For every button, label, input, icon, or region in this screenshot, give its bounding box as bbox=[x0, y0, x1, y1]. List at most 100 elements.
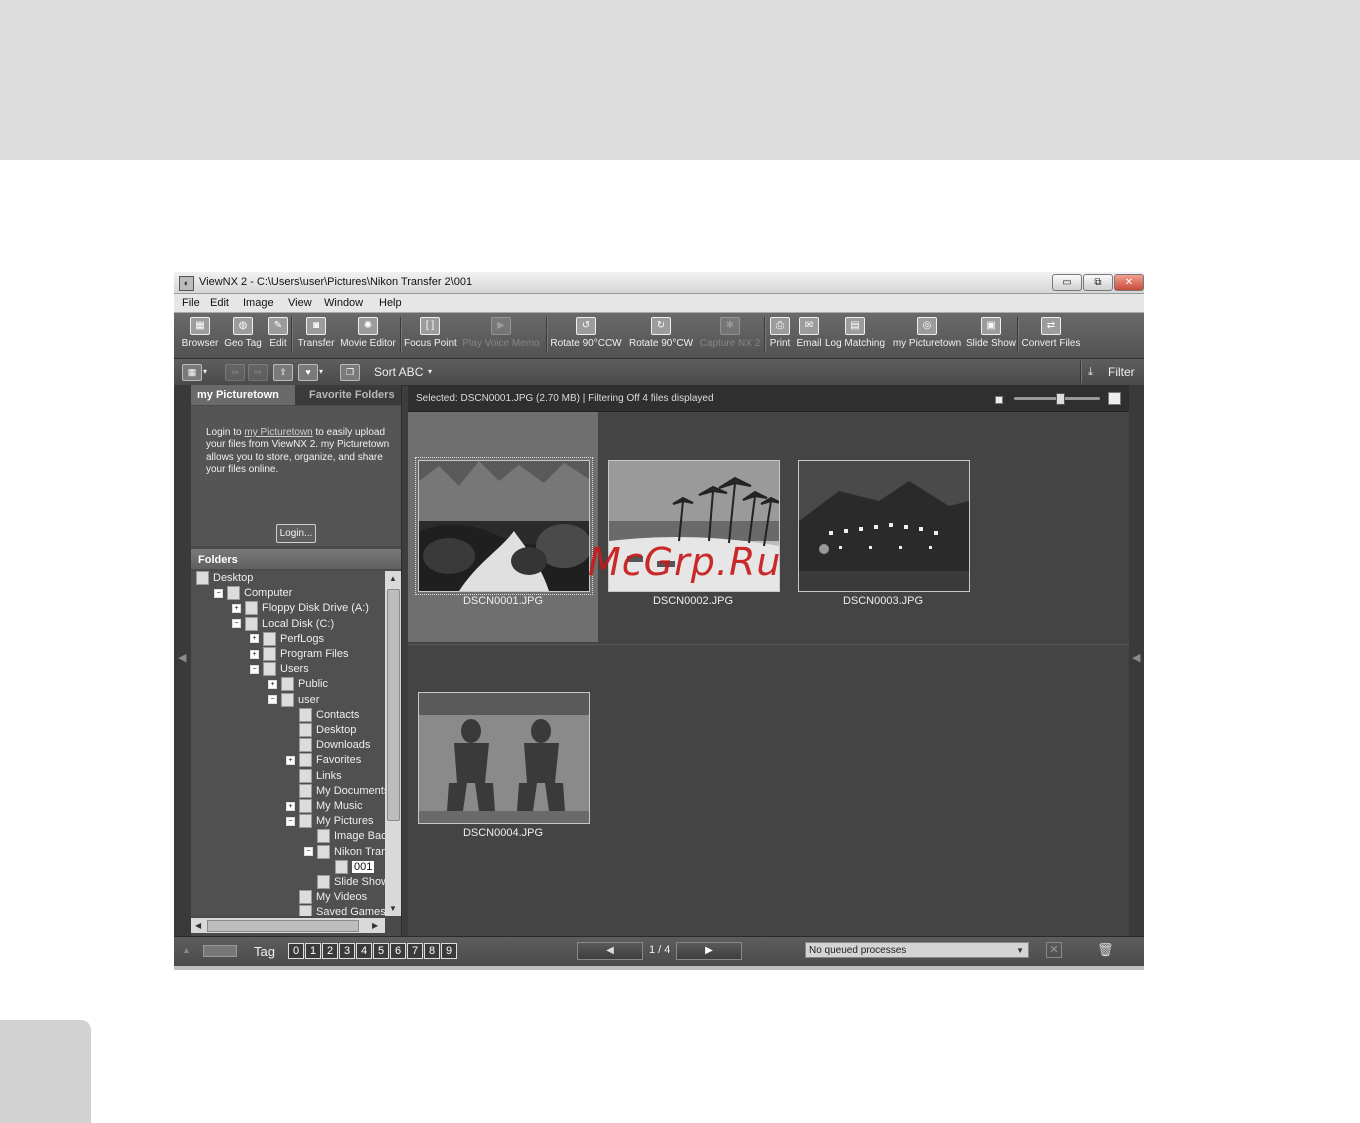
thumbnail-image-beach[interactable] bbox=[608, 460, 780, 592]
menu-edit[interactable]: Edit bbox=[210, 297, 229, 309]
sort-dropdown-icon[interactable]: ▾ bbox=[428, 363, 432, 381]
previous-page-button[interactable]: ◀ bbox=[577, 942, 643, 960]
browser-button[interactable]: ▦ Browser bbox=[181, 317, 219, 355]
tree-item[interactable]: Contacts bbox=[286, 707, 359, 723]
rotate-90-cw-button[interactable]: ↻ Rotate 90°CW bbox=[628, 317, 694, 355]
vertical-scroll-thumb[interactable] bbox=[387, 589, 400, 821]
tree-item[interactable]: + Program Files bbox=[250, 647, 348, 662]
collapse-minus-icon[interactable]: − bbox=[250, 664, 259, 674]
cancel-process-icon[interactable]: ✕ bbox=[1046, 942, 1062, 958]
filter-download-icon[interactable]: ⤓ bbox=[1088, 363, 1093, 381]
tag-button-1[interactable]: 1 bbox=[305, 943, 321, 959]
tree-item[interactable]: My Videos bbox=[286, 890, 367, 905]
close-button[interactable]: ✕ bbox=[1114, 274, 1144, 291]
my-picturetown-button[interactable]: ◎ my Picturetown bbox=[892, 317, 962, 355]
expand-plus-icon[interactable]: + bbox=[250, 649, 259, 659]
panel-toggle-up-icon[interactable]: ▲ bbox=[182, 945, 191, 955]
expand-plus-icon[interactable]: + bbox=[268, 679, 277, 689]
forward-arrow-icon[interactable]: ⇨ bbox=[248, 364, 268, 381]
scroll-down-arrow-icon[interactable]: ▼ bbox=[389, 904, 397, 913]
tree-item[interactable]: + Floppy Disk Drive (A:) bbox=[232, 601, 369, 616]
capture-nx-2-button[interactable]: ✱ Capture NX 2 bbox=[698, 317, 762, 355]
filmstrip-toggle-icon[interactable] bbox=[203, 945, 237, 957]
view-mode-dropdown-icon[interactable]: ▾ bbox=[203, 363, 207, 381]
collapse-right-arrow-icon[interactable]: ◀ bbox=[1132, 651, 1140, 664]
tag-button-4[interactable]: 4 bbox=[356, 943, 372, 959]
tag-button-0[interactable]: 0 bbox=[288, 943, 304, 959]
favorite-dropdown-icon[interactable]: ▾ bbox=[319, 363, 323, 381]
geo-tag-button[interactable]: ◍ Geo Tag bbox=[224, 317, 262, 355]
horizontal-scroll-thumb[interactable] bbox=[207, 920, 359, 932]
menu-image[interactable]: Image bbox=[243, 297, 274, 309]
scroll-right-arrow-icon[interactable]: ▶ bbox=[372, 921, 378, 930]
thumbnail-size-slider-knob[interactable] bbox=[1056, 393, 1065, 405]
tree-item[interactable]: Downloads bbox=[286, 738, 370, 753]
tree-item[interactable]: − Users bbox=[250, 662, 309, 677]
tag-button-8[interactable]: 8 bbox=[424, 943, 440, 959]
favorite-folder-icon[interactable]: ♥ bbox=[298, 364, 318, 381]
email-button[interactable]: ✉ Email bbox=[796, 317, 822, 355]
tree-item[interactable]: − My Pictures bbox=[286, 814, 373, 829]
filter-button[interactable]: Filter bbox=[1108, 363, 1135, 381]
view-mode-grid-icon[interactable]: ▦ bbox=[182, 364, 202, 381]
trash-icon[interactable]: 🗑 bbox=[1097, 942, 1114, 958]
menu-file[interactable]: File bbox=[182, 297, 200, 309]
slide-show-button[interactable]: ▣ Slide Show bbox=[966, 317, 1016, 355]
thumbnail-item[interactable]: DSCN0001.JPG bbox=[408, 412, 598, 642]
tag-button-2[interactable]: 2 bbox=[322, 943, 338, 959]
tree-item[interactable]: − user bbox=[268, 692, 319, 708]
tree-item[interactable]: + Favorites bbox=[286, 753, 361, 768]
back-arrow-icon[interactable]: ⇦ bbox=[225, 364, 245, 381]
login-button[interactable]: Login... bbox=[276, 524, 316, 543]
edit-button[interactable]: ✎ Edit bbox=[266, 317, 290, 355]
scroll-up-arrow-icon[interactable]: ▲ bbox=[389, 574, 397, 583]
folder-tree-vertical-scrollbar[interactable]: ▲ ▼ bbox=[385, 571, 401, 916]
tree-item[interactable]: Slide Shows bbox=[304, 875, 385, 890]
rotate-90-ccw-button[interactable]: ↺ Rotate 90°CCW bbox=[550, 317, 622, 355]
collapse-minus-icon[interactable]: − bbox=[286, 816, 295, 826]
folder-up-icon[interactable]: ⇧ bbox=[273, 364, 293, 381]
tag-button-9[interactable]: 9 bbox=[441, 943, 457, 959]
left-collapse-edge[interactable]: ◀ bbox=[174, 385, 191, 936]
convert-files-button[interactable]: ⇄ Convert Files bbox=[1021, 317, 1081, 355]
tag-button-3[interactable]: 3 bbox=[339, 943, 355, 959]
process-queue-dropdown[interactable]: No queued processes ▼ bbox=[805, 942, 1029, 958]
tab-my-picturetown[interactable]: my Picturetown bbox=[191, 385, 295, 405]
collapse-minus-icon[interactable]: − bbox=[232, 619, 241, 629]
tree-item[interactable]: + PerfLogs bbox=[250, 631, 324, 647]
scroll-left-arrow-icon[interactable]: ◀ bbox=[195, 921, 201, 930]
tree-item[interactable]: 001 bbox=[322, 859, 375, 875]
tag-button-5[interactable]: 5 bbox=[373, 943, 389, 959]
next-page-button[interactable]: ▶ bbox=[676, 942, 742, 960]
expand-plus-icon[interactable]: + bbox=[232, 603, 241, 613]
window-copy-icon[interactable]: ❐ bbox=[340, 364, 360, 381]
transfer-button[interactable]: ◙ Transfer bbox=[296, 317, 336, 355]
menu-help[interactable]: Help bbox=[379, 297, 402, 309]
queue-dropdown-icon[interactable]: ▼ bbox=[1016, 943, 1024, 959]
tree-item[interactable]: Desktop bbox=[196, 571, 253, 586]
tab-favorite-folders[interactable]: Favorite Folders bbox=[303, 385, 401, 405]
tree-item[interactable]: Links bbox=[286, 768, 342, 784]
folder-tree-horizontal-scrollbar[interactable]: ◀ ▶ bbox=[191, 918, 385, 933]
collapse-minus-icon[interactable]: − bbox=[268, 695, 277, 705]
tree-item[interactable]: Desktop bbox=[286, 723, 356, 738]
zoom-large-icon[interactable] bbox=[1108, 392, 1121, 405]
thumbnail-image-building-night[interactable] bbox=[798, 460, 970, 592]
tree-item[interactable]: Image Backup bbox=[304, 829, 385, 844]
thumbnail-image-waterfall[interactable] bbox=[415, 457, 593, 595]
collapse-minus-icon[interactable]: − bbox=[304, 847, 313, 857]
menu-window[interactable]: Window bbox=[324, 297, 363, 309]
thumbnail-item[interactable]: DSCN0004.JPG bbox=[408, 644, 598, 874]
focus-point-button[interactable]: [ ] Focus Point bbox=[404, 317, 457, 355]
play-voice-memo-button[interactable]: ▶ Play Voice Memo bbox=[462, 317, 540, 355]
tag-button-6[interactable]: 6 bbox=[390, 943, 406, 959]
tree-item[interactable]: − Computer bbox=[214, 586, 292, 601]
sort-button[interactable]: Sort ABC bbox=[374, 363, 423, 381]
tree-item[interactable]: My Documents bbox=[286, 783, 385, 799]
collapse-left-arrow-icon[interactable]: ◀ bbox=[178, 651, 186, 664]
tree-item[interactable]: − Local Disk (C:) bbox=[232, 616, 334, 632]
restore-button[interactable]: ⧉ bbox=[1083, 274, 1113, 291]
tree-item[interactable]: + My Music bbox=[286, 799, 362, 814]
minimize-button[interactable]: ▭ bbox=[1052, 274, 1082, 291]
right-collapse-edge[interactable]: ◀ bbox=[1129, 385, 1144, 936]
